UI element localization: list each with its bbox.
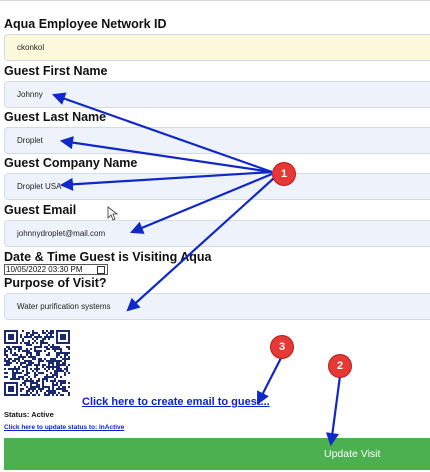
annotation-badge-1: 1 [273,163,295,185]
company-field[interactable]: Droplet USA [4,173,430,200]
mouse-cursor-icon [107,206,119,221]
purpose-field[interactable]: Water purification systems [4,293,430,320]
top-divider [0,0,430,1]
employee-id-label: Aqua Employee Network ID [4,17,167,31]
datetime-value: 10/05/2022 03:30 PM [6,265,83,274]
annotation-badge-3: 3 [271,336,293,358]
last-name-field[interactable]: Droplet [4,127,430,154]
annotation-badge-2: 2 [329,355,351,377]
first-name-field[interactable]: Johnny [4,81,430,108]
create-email-link[interactable]: Click here to create email to guest... [82,396,270,408]
update-visit-button[interactable]: Update Visit [4,438,430,470]
email-field[interactable]: johnnydroplet@mail.com [4,220,430,247]
calendar-icon[interactable] [97,266,105,274]
employee-id-field[interactable]: ckonkol [4,34,430,61]
purpose-label: Purpose of Visit? [4,276,107,290]
status-text: Status: Active [4,410,54,419]
update-status-link[interactable]: Click here to update status to: InActive [4,424,124,431]
qr-code-icon [4,330,70,396]
company-label: Guest Company Name [4,156,138,170]
email-label: Guest Email [4,203,77,217]
update-visit-label: Update Visit [324,448,381,460]
first-name-label: Guest First Name [4,64,108,78]
last-name-label: Guest Last Name [4,110,107,124]
arrow-to-update-button [325,375,342,447]
datetime-input[interactable]: 10/05/2022 03:30 PM [4,264,108,275]
datetime-label: Date & Time Guest is Visiting Aqua [4,250,212,264]
